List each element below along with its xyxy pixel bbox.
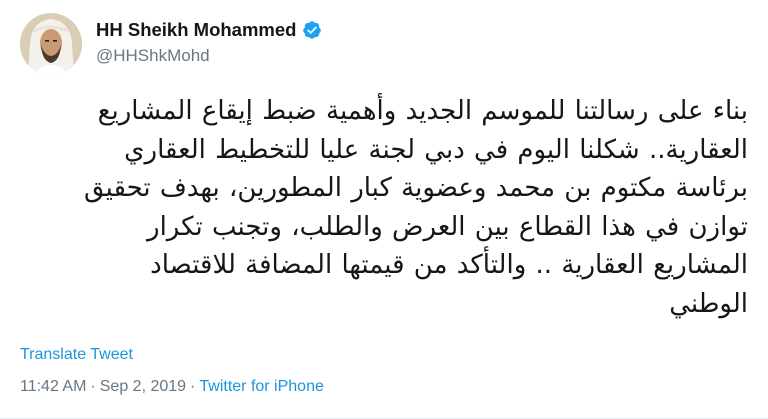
tweet-header: HH Sheikh Mohammed @HHShkMohd xyxy=(20,12,322,76)
translate-tweet-link[interactable]: Translate Tweet xyxy=(20,346,133,364)
tweet-text: بناء على رسالتنا للموسم الجديد وأهمية ضب… xyxy=(83,96,748,319)
author-handle[interactable]: @HHShkMohd xyxy=(96,46,322,66)
author-name-row: HH Sheikh Mohammed xyxy=(96,16,322,44)
verified-badge-icon xyxy=(302,20,322,40)
meta-separator: · xyxy=(90,378,96,395)
tweet-date[interactable]: Sep 2, 2019 xyxy=(100,378,186,396)
avatar[interactable] xyxy=(20,13,82,75)
tweet-source-link[interactable]: Twitter for iPhone xyxy=(199,378,324,396)
author-block: HH Sheikh Mohammed @HHShkMohd xyxy=(96,16,322,66)
author-display-name[interactable]: HH Sheikh Mohammed xyxy=(96,19,296,41)
tweet-meta: 11:42 AM · Sep 2, 2019 · Twitter for iPh… xyxy=(20,378,324,396)
profile-photo-icon xyxy=(20,13,82,75)
tweet-card: HH Sheikh Mohammed @HHShkMohd بناء على ر… xyxy=(0,0,768,419)
tweet-time[interactable]: 11:42 AM xyxy=(20,378,86,396)
meta-separator: · xyxy=(190,378,196,395)
